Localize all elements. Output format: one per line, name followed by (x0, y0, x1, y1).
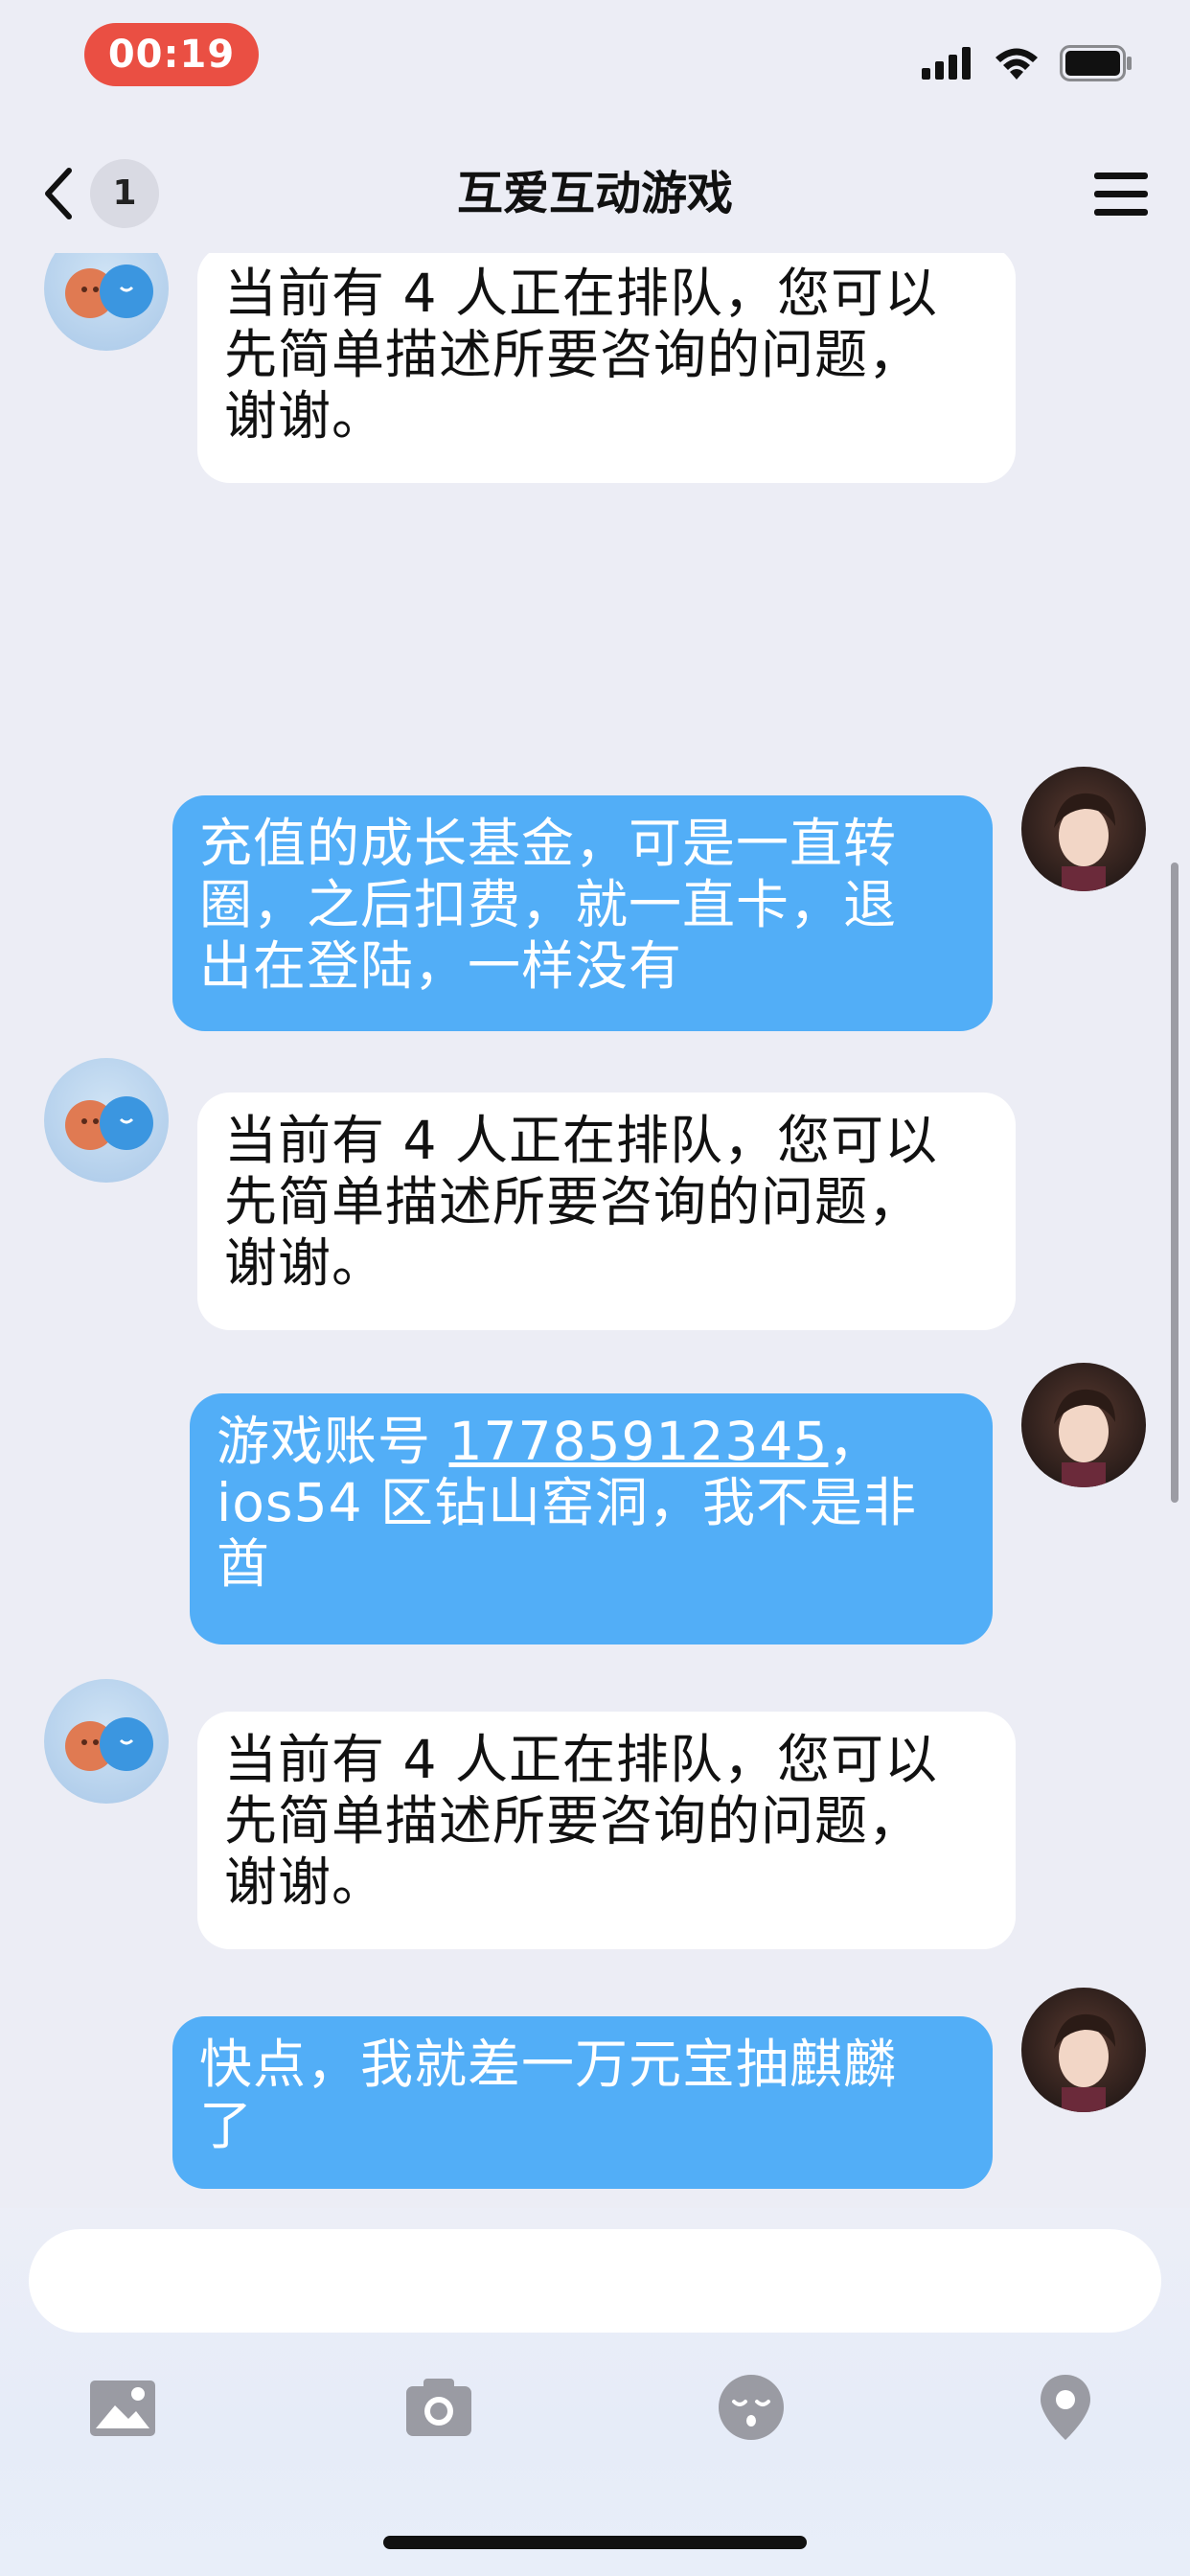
support-avatar[interactable] (44, 253, 169, 351)
message-bubble[interactable]: 游戏账号 17785912345， ios54 区钻山窑洞，我不是非 酋 (190, 1393, 993, 1644)
cellular-signal-icon (922, 47, 971, 80)
support-avatar[interactable] (44, 1679, 169, 1804)
home-indicator (383, 2536, 807, 2549)
game-mascot-icon (65, 1717, 153, 1771)
user-photo-icon (1054, 1389, 1115, 1487)
menu-button[interactable] (1090, 161, 1152, 228)
user-photo-icon (1054, 793, 1115, 891)
menu-icon (1094, 172, 1148, 179)
emoji-icon[interactable] (715, 2371, 788, 2444)
wifi-icon (995, 48, 1038, 80)
user-avatar[interactable] (1021, 1988, 1146, 2112)
input-area (0, 2208, 1190, 2576)
message-bubble[interactable]: 充值的成长基金，可是一直转 圈，之后扣费，就一直卡，退 出在登陆，一样没有 (172, 795, 993, 1031)
page-title: 互爱互动游戏 (456, 167, 733, 220)
message-text: 游戏账号 (217, 1411, 449, 1472)
game-mascot-icon (65, 1096, 153, 1150)
status-bar: 00:19 (0, 0, 1190, 134)
nav-bar: 1 互爱互动游戏 (0, 134, 1190, 253)
battery-icon (1060, 45, 1132, 81)
support-avatar[interactable] (44, 1058, 169, 1183)
status-time[interactable]: 00:19 (84, 23, 259, 86)
message-bubble[interactable]: 快点，我就差一万元宝抽麒麟 了 (172, 2016, 993, 2189)
camera-icon[interactable] (402, 2371, 475, 2444)
phone-number-link[interactable]: 17785912345 (448, 1411, 828, 1472)
location-icon[interactable] (1029, 2371, 1102, 2444)
user-avatar[interactable] (1021, 767, 1146, 891)
message-bubble[interactable]: 当前有 4 人正在排队，您可以 先简单描述所要咨询的问题， 谢谢。 (197, 253, 1016, 483)
message-input[interactable] (29, 2229, 1161, 2333)
status-icons (922, 44, 1133, 82)
game-mascot-icon (65, 264, 153, 318)
user-photo-icon (1054, 2013, 1115, 2112)
message-bubble[interactable]: 当前有 4 人正在排队，您可以 先简单描述所要咨询的问题， 谢谢。 (197, 1712, 1016, 1949)
scrollbar[interactable] (1171, 862, 1179, 1503)
image-icon[interactable] (86, 2371, 159, 2444)
message-bubble[interactable]: 当前有 4 人正在排队，您可以 先简单描述所要咨询的问题， 谢谢。 (197, 1092, 1016, 1330)
chat-list[interactable]: 当前有 4 人正在排队，您可以 先简单描述所要咨询的问题， 谢谢。充值的成长基金… (0, 253, 1190, 2208)
user-avatar[interactable] (1021, 1363, 1146, 1487)
